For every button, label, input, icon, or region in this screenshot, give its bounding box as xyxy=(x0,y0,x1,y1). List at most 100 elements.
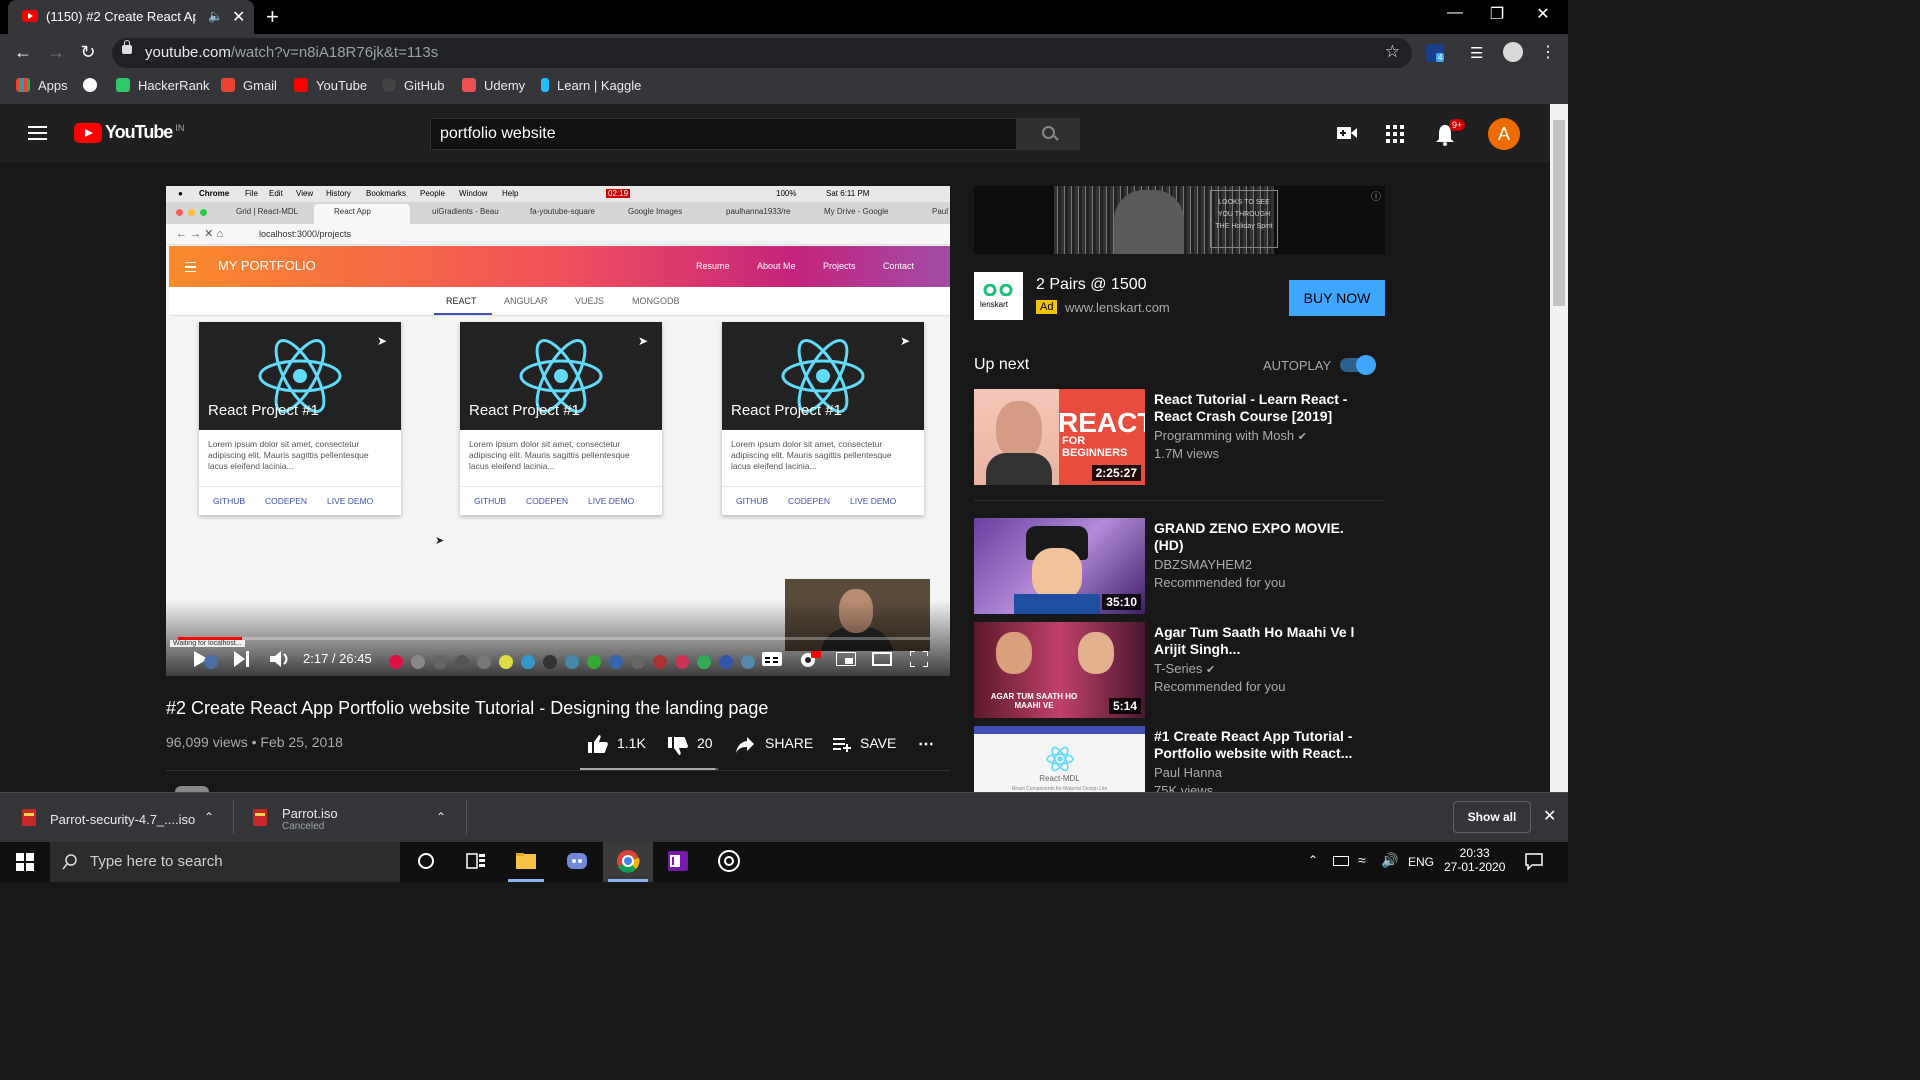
subtitles-icon[interactable] xyxy=(762,652,782,666)
maximize-icon[interactable]: ❐ xyxy=(1474,4,1520,24)
suggested-video[interactable]: AGAR TUM SAATH HO MAAHI VE 5:14 Agar Tum… xyxy=(974,622,1385,718)
media-player-icon[interactable] xyxy=(717,849,741,873)
guide-menu-icon[interactable] xyxy=(28,126,47,140)
profile-avatar[interactable] xyxy=(1503,42,1523,62)
ad-title[interactable]: 2 Pairs @ 1500 xyxy=(1036,276,1147,294)
channel-name[interactable]: Programming with Mosh ✔ xyxy=(1154,428,1307,443)
address-bar[interactable]: youtube.com/watch?v=n8iA18R76jk&t=113s ☆ xyxy=(112,38,1412,68)
download-chevron-up-icon[interactable]: ⌃ xyxy=(204,810,214,824)
suggested-video[interactable]: 35:10 GRAND ZENO EXPO MOVIE. (HD) DBZSMA… xyxy=(974,518,1385,614)
back-icon[interactable]: ← xyxy=(12,42,34,63)
action-center-icon[interactable] xyxy=(1524,851,1544,871)
minimize-icon[interactable]: — xyxy=(1432,4,1478,22)
ad-banner[interactable]: LOOKS TO SEE YOU THROUGH THE Holiday Spi… xyxy=(974,186,1385,254)
inner-mac-menubar: ● Chrome File Edit View History Bookmark… xyxy=(166,186,950,202)
download-item-name[interactable]: Parrot.iso xyxy=(282,806,338,821)
discord-icon[interactable] xyxy=(565,849,589,873)
theater-mode-icon[interactable] xyxy=(872,652,892,666)
reload-icon[interactable]: ↻ xyxy=(77,42,99,63)
bookmark-star-icon[interactable]: ☆ xyxy=(1385,42,1400,62)
bookmark-kaggle[interactable]: Learn | Kaggle xyxy=(541,78,641,93)
bookmark-youtube[interactable]: YouTube xyxy=(294,78,367,93)
taskbar-search-box[interactable]: Type here to search xyxy=(50,842,400,882)
chrome-menu-icon[interactable]: ⋮ xyxy=(1540,42,1556,62)
windows-start-icon[interactable] xyxy=(16,853,34,871)
ad-info-icon[interactable]: ⓘ xyxy=(1371,188,1381,203)
settings-gear-icon[interactable] xyxy=(799,650,821,670)
video-title[interactable]: Agar Tum Saath Ho Maahi Ve l Arijit Sing… xyxy=(1154,624,1364,658)
close-download-shelf-icon[interactable]: ✕ xyxy=(1543,806,1556,826)
cortana-icon[interactable] xyxy=(414,849,438,873)
video-thumbnail[interactable]: REACT FOR BEGINNERS 2:25:27 xyxy=(974,389,1145,485)
ad-logo[interactable]: lenskart xyxy=(974,272,1023,320)
file-explorer-icon[interactable] xyxy=(514,849,538,873)
project-card: React Project #1 ➤ Lorem ipsum dolor sit… xyxy=(460,322,662,515)
card-image: React Project #1 ➤ xyxy=(460,322,662,430)
dislike-icon[interactable] xyxy=(668,737,688,755)
channel-name[interactable]: Paul Hanna xyxy=(1154,765,1222,780)
more-actions-icon[interactable]: ⋯ xyxy=(918,734,934,754)
speaker-icon[interactable]: 🔊 xyxy=(1381,852,1398,869)
close-tab-icon[interactable]: ✕ xyxy=(232,7,245,27)
youtube-logo-text[interactable]: YouTube IN xyxy=(105,122,184,143)
search-input[interactable]: portfolio website xyxy=(430,118,1017,150)
video-title[interactable]: #1 Create React App Tutorial - Portfolio… xyxy=(1154,728,1364,762)
speaker-icon[interactable]: 🔈 xyxy=(208,9,223,23)
share-icon: ➤ xyxy=(376,334,387,348)
bookmark-hackerrank[interactable]: HackerRank xyxy=(116,78,210,93)
onenote-icon[interactable] xyxy=(666,849,690,873)
video-thumbnail[interactable]: 35:10 xyxy=(974,518,1145,614)
browser-tab[interactable]: (1150) #2 Create React App P 🔈 ✕ xyxy=(8,0,254,34)
youtube-logo-icon[interactable] xyxy=(74,123,102,143)
save-playlist-icon[interactable] xyxy=(833,738,851,752)
dislike-count[interactable]: 20 xyxy=(697,735,713,751)
account-avatar[interactable]: A xyxy=(1488,118,1520,150)
card-title: React Project #1 xyxy=(731,402,842,419)
like-count[interactable]: 1.1K xyxy=(617,735,646,751)
video-title: #2 Create React App Portfolio website Tu… xyxy=(166,698,769,718)
task-view-icon[interactable] xyxy=(464,849,488,873)
extension-icon[interactable]: 4 xyxy=(1426,44,1445,62)
channel-name[interactable]: T-Series ✔ xyxy=(1154,661,1215,676)
bookmark-apps[interactable]: Apps xyxy=(16,78,68,93)
search-button[interactable] xyxy=(1016,118,1080,150)
buy-now-button[interactable]: BUY NOW xyxy=(1289,280,1385,316)
bookmark-udemy[interactable]: Udemy xyxy=(462,78,525,93)
bookmark-google[interactable] xyxy=(83,78,105,93)
url-host: youtube.com xyxy=(145,44,231,61)
bookmark-gmail[interactable]: Gmail xyxy=(221,78,277,93)
download-chevron-up-icon[interactable]: ⌃ xyxy=(436,810,446,824)
video-title[interactable]: GRAND ZENO EXPO MOVIE. (HD) xyxy=(1154,520,1364,554)
forward-icon[interactable]: → xyxy=(45,42,67,63)
video-thumbnail[interactable]: AGAR TUM SAATH HO MAAHI VE 5:14 xyxy=(974,622,1145,718)
system-clock[interactable]: 20:33 27-01-2020 xyxy=(1444,846,1505,874)
new-tab-button[interactable]: + xyxy=(266,4,279,30)
scrollbar-thumb[interactable] xyxy=(1553,120,1565,306)
tray-chevron-up-icon[interactable]: ⌃ xyxy=(1308,853,1318,867)
channel-name[interactable]: DBZSMAYHEM2 xyxy=(1154,557,1252,572)
like-icon[interactable] xyxy=(588,735,608,753)
github-icon xyxy=(382,78,396,92)
fullscreen-icon[interactable] xyxy=(910,651,928,667)
video-title[interactable]: React Tutorial - Learn React - React Cra… xyxy=(1154,391,1364,425)
show-all-downloads-button[interactable]: Show all xyxy=(1453,801,1531,833)
download-item-name[interactable]: Parrot-security-4.7_....iso xyxy=(50,812,195,827)
close-window-icon[interactable]: ✕ xyxy=(1520,4,1566,24)
share-button[interactable]: SHARE xyxy=(765,735,813,751)
clock-date: 27-01-2020 xyxy=(1444,860,1506,874)
battery-icon[interactable] xyxy=(1333,856,1349,866)
suggested-video[interactable]: REACT FOR BEGINNERS 2:25:27 React Tutori… xyxy=(974,389,1385,485)
create-video-icon[interactable] xyxy=(1336,124,1358,142)
save-button[interactable]: SAVE xyxy=(860,735,896,751)
apps-icon[interactable] xyxy=(1386,125,1404,143)
language-indicator[interactable]: ENG xyxy=(1408,855,1434,869)
progress-bar[interactable] xyxy=(178,637,930,640)
miniplayer-icon[interactable] xyxy=(836,652,856,666)
ad-domain[interactable]: www.lenskart.com xyxy=(1065,300,1170,315)
autoplay-toggle-knob[interactable] xyxy=(1356,355,1376,375)
bookmark-github[interactable]: GitHub xyxy=(382,78,444,93)
chrome-icon[interactable] xyxy=(616,849,640,873)
media-control-icon[interactable]: ☰ xyxy=(1470,44,1483,62)
share-arrow-icon[interactable] xyxy=(736,737,754,753)
wifi-icon[interactable]: ≈ xyxy=(1358,852,1366,868)
